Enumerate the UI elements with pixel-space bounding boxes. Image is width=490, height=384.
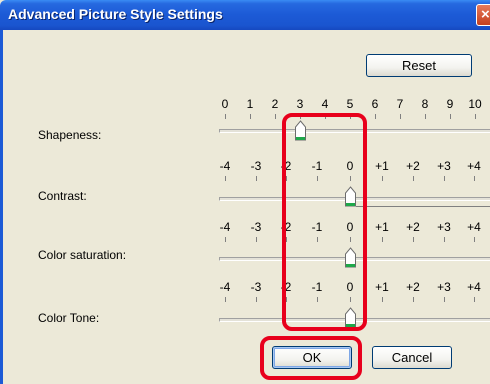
scale-label: +1 — [375, 159, 389, 173]
scale-label: +3 — [437, 220, 451, 234]
scale-label: 2 — [271, 97, 279, 111]
scale-label: +4 — [467, 280, 481, 294]
scale-label: +3 — [437, 280, 451, 294]
scale-label: 4 — [321, 97, 329, 111]
scale-label: 9 — [446, 97, 454, 111]
scale-label: -3 — [250, 220, 262, 234]
scale-label: +1 — [375, 280, 389, 294]
reset-button[interactable]: Reset — [366, 54, 472, 77]
scale-label: +4 — [467, 220, 481, 234]
color-tone-label: Color Tone: — [38, 311, 100, 325]
cancel-button[interactable]: Cancel — [372, 346, 452, 369]
shapeness-scale-labels: 0 1 2 3 4 5 6 7 8 9 10 — [213, 97, 485, 113]
scale-label: +2 — [406, 220, 420, 234]
shapeness-label: Shapeness: — [38, 128, 102, 142]
annotation-highlight-sliders — [282, 113, 367, 331]
scale-label: +3 — [437, 159, 451, 173]
close-button[interactable]: × — [476, 4, 490, 26]
scale-label: -3 — [250, 159, 262, 173]
scale-label: 7 — [396, 97, 404, 111]
scale-label: +2 — [406, 280, 420, 294]
separator-line — [356, 206, 490, 207]
annotation-highlight-ok — [260, 336, 362, 380]
contrast-label: Contrast: — [38, 189, 87, 203]
dialog-title: Advanced Picture Style Settings — [8, 6, 223, 22]
scale-label: 0 — [221, 97, 229, 111]
scale-label: +2 — [406, 159, 420, 173]
scale-label: +1 — [375, 220, 389, 234]
scale-label: 3 — [296, 97, 304, 111]
scale-label: +4 — [467, 159, 481, 173]
dialog-window: Advanced Picture Style Settings × Reset … — [0, 0, 490, 384]
title-bar[interactable]: Advanced Picture Style Settings × — [0, 0, 490, 30]
scale-label: -4 — [219, 159, 231, 173]
close-icon: × — [481, 6, 490, 23]
scale-label: 8 — [421, 97, 429, 111]
scale-label: 10 — [468, 97, 482, 111]
scale-label: 5 — [346, 97, 354, 111]
scale-label: 1 — [246, 97, 254, 111]
scale-label: 6 — [371, 97, 379, 111]
scale-label: -3 — [250, 280, 262, 294]
window-frame-left — [0, 30, 3, 384]
color-saturation-label: Color saturation: — [38, 248, 127, 262]
scale-label: -4 — [219, 280, 231, 294]
scale-label: -4 — [219, 220, 231, 234]
